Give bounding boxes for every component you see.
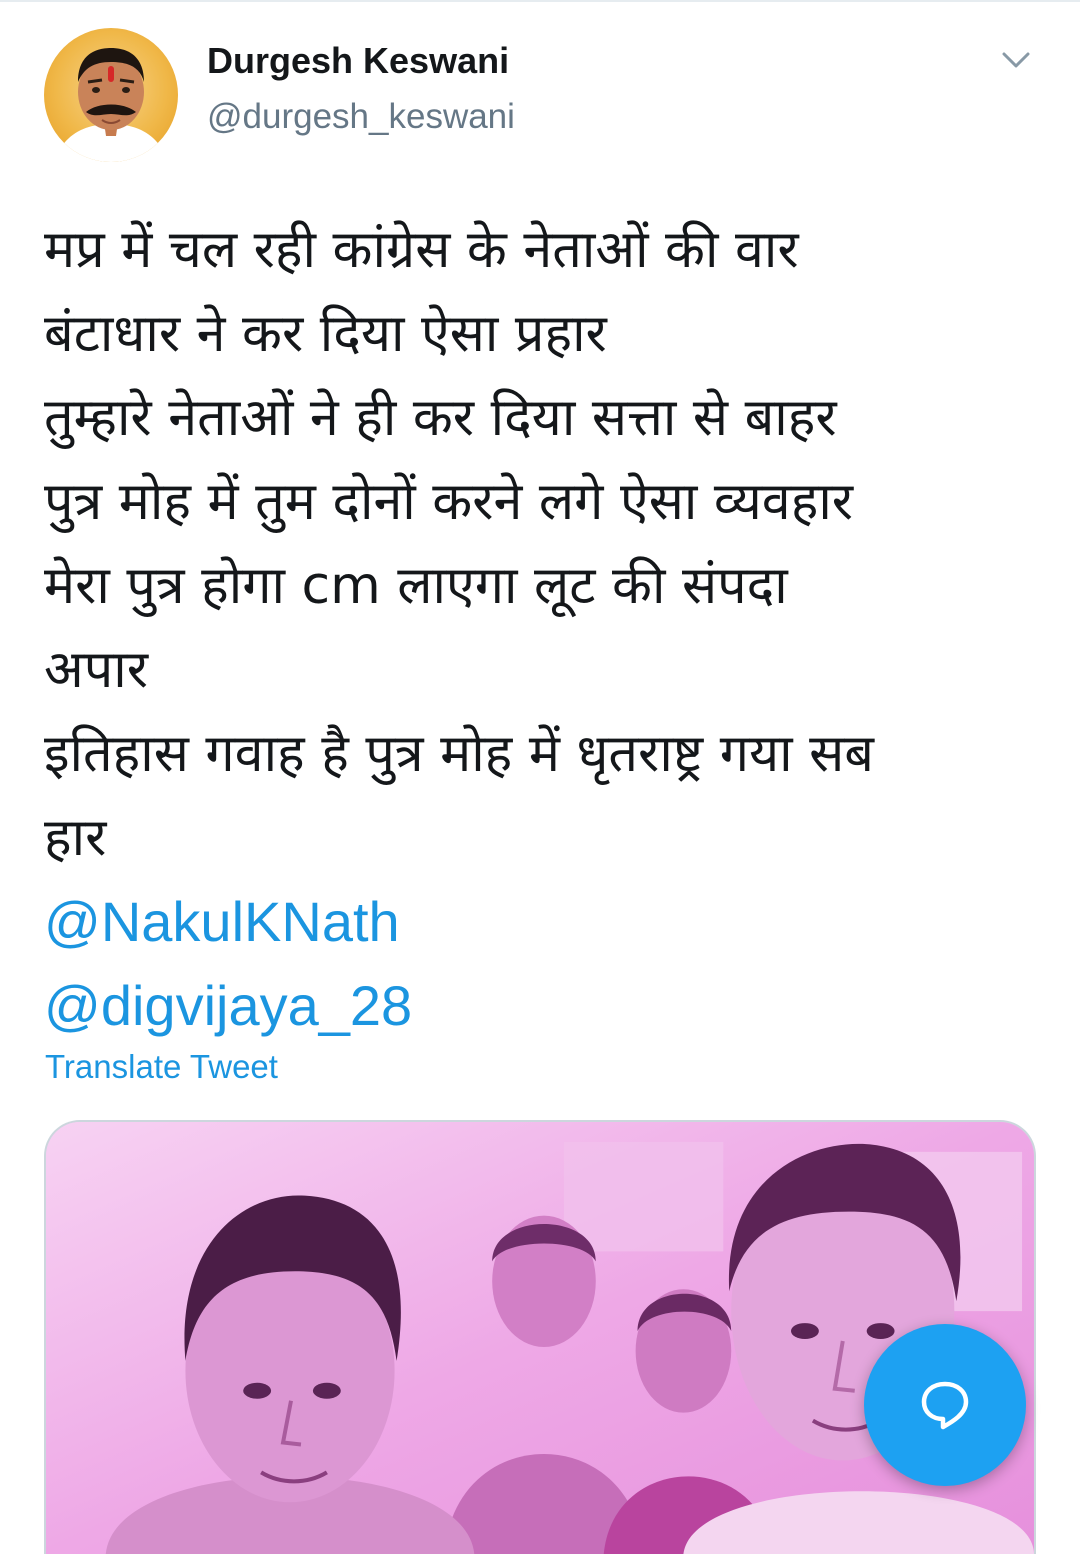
author-handle[interactable]: @durgesh_keswani <box>207 97 515 137</box>
tweet-text-line: बंटाधार ने कर दिया ऐसा प्रहार <box>44 304 607 364</box>
mention-link-nakulknath[interactable]: @NakulKNath <box>44 880 1034 964</box>
avatar[interactable] <box>44 28 178 162</box>
top-divider <box>0 0 1080 2</box>
tweet-text-line: इतिहास गवाह है पुत्र मोह में धृतराष्ट्र … <box>44 724 874 784</box>
tweet-text-line: मप्र में चल रही कांग्रेस के नेताओं की वा… <box>44 220 799 280</box>
translate-tweet-link[interactable]: Translate Tweet <box>45 1048 278 1086</box>
media-photo <box>46 1122 1034 1554</box>
author-display-name[interactable]: Durgesh Keswani <box>207 40 509 82</box>
tweet-text-line: अपार <box>44 640 149 700</box>
tweet-text-line: पुत्र मोह में तुम दोनों करने लगे ऐसा व्य… <box>44 472 854 532</box>
tweet-media-image[interactable] <box>44 1120 1036 1554</box>
mention-link-digvijaya[interactable]: @digvijaya_28 <box>44 964 1034 1048</box>
avatar-image <box>54 48 168 162</box>
tweet-text: मप्र में चल रही कांग्रेस के नेताओं की वा… <box>44 208 1034 1048</box>
tweet-text-line: हार <box>44 808 107 868</box>
chat-bubble-icon <box>921 1381 969 1430</box>
tweet-text-line: मेरा पुत्र होगा cm लाएगा लूट की संपदा <box>44 556 788 616</box>
tweet-text-line: तुम्हारे नेताओं ने ही कर दिया सत्ता से ब… <box>44 388 837 448</box>
chevron-down-icon[interactable] <box>996 40 1036 80</box>
compose-reply-button[interactable] <box>864 1324 1026 1486</box>
